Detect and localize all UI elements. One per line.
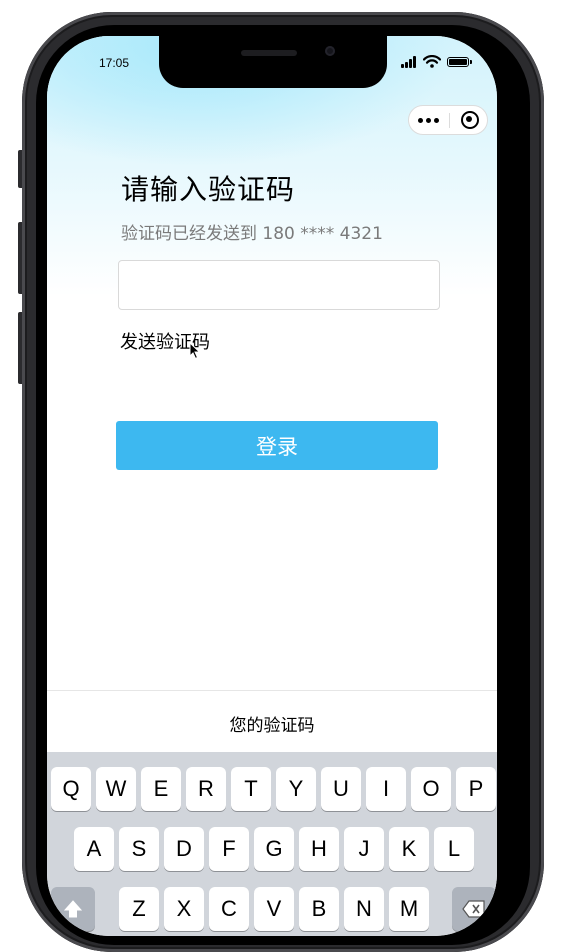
key-v[interactable]: V — [254, 887, 294, 931]
key-b[interactable]: B — [299, 887, 339, 931]
battery-icon — [447, 57, 469, 67]
verification-code-input[interactable] — [118, 260, 440, 310]
more-dots-icon[interactable] — [409, 106, 449, 134]
key-t[interactable]: T — [231, 767, 271, 811]
target-circle-icon[interactable] — [450, 106, 488, 134]
phone-screen: 17:05 请输入验证码 验证码已经发送到 180 **** 4321 发送验证… — [47, 36, 497, 936]
key-s[interactable]: S — [119, 827, 159, 871]
key-a[interactable]: A — [74, 827, 114, 871]
key-h[interactable]: H — [299, 827, 339, 871]
keyboard-suggestion[interactable]: 您的验证码 — [47, 711, 497, 736]
notch — [159, 36, 387, 88]
front-camera — [325, 46, 335, 56]
signal-bars-icon — [401, 56, 421, 68]
speaker-grille — [241, 50, 297, 56]
key-z[interactable]: Z — [119, 887, 159, 931]
key-y[interactable]: Y — [276, 767, 316, 811]
key-p[interactable]: P — [456, 767, 496, 811]
mouse-cursor-icon — [189, 342, 201, 360]
key-k[interactable]: K — [389, 827, 429, 871]
status-time: 17:05 — [99, 56, 130, 70]
shift-arrow-icon[interactable] — [51, 887, 95, 931]
key-c[interactable]: C — [209, 887, 249, 931]
key-u[interactable]: U — [321, 767, 361, 811]
battery-cap — [470, 60, 472, 64]
login-button[interactable]: 登录 — [116, 421, 438, 470]
key-n[interactable]: N — [344, 887, 384, 931]
key-i[interactable]: I — [366, 767, 406, 811]
backspace-icon[interactable] — [452, 887, 496, 931]
phone-hint: 验证码已经发送到 180 **** 4321 — [121, 224, 383, 244]
key-o[interactable]: O — [411, 767, 451, 811]
key-d[interactable]: D — [164, 827, 204, 871]
key-q[interactable]: Q — [51, 767, 91, 811]
page-title: 请输入验证码 — [121, 173, 296, 206]
key-j[interactable]: J — [344, 827, 384, 871]
key-e[interactable]: E — [141, 767, 181, 811]
key-m[interactable]: M — [389, 887, 429, 931]
miniprogram-capsule — [408, 105, 488, 135]
wifi-icon — [423, 55, 441, 68]
status-icons — [401, 55, 477, 70]
key-l[interactable]: L — [434, 827, 474, 871]
key-f[interactable]: F — [209, 827, 249, 871]
keyboard-divider — [47, 690, 497, 691]
key-g[interactable]: G — [254, 827, 294, 871]
key-r[interactable]: R — [186, 767, 226, 811]
key-x[interactable]: X — [164, 887, 204, 931]
key-w[interactable]: W — [96, 767, 136, 811]
keyboard: Q W E R T Y U I O P A S D F G H J K L Z — [47, 752, 497, 936]
